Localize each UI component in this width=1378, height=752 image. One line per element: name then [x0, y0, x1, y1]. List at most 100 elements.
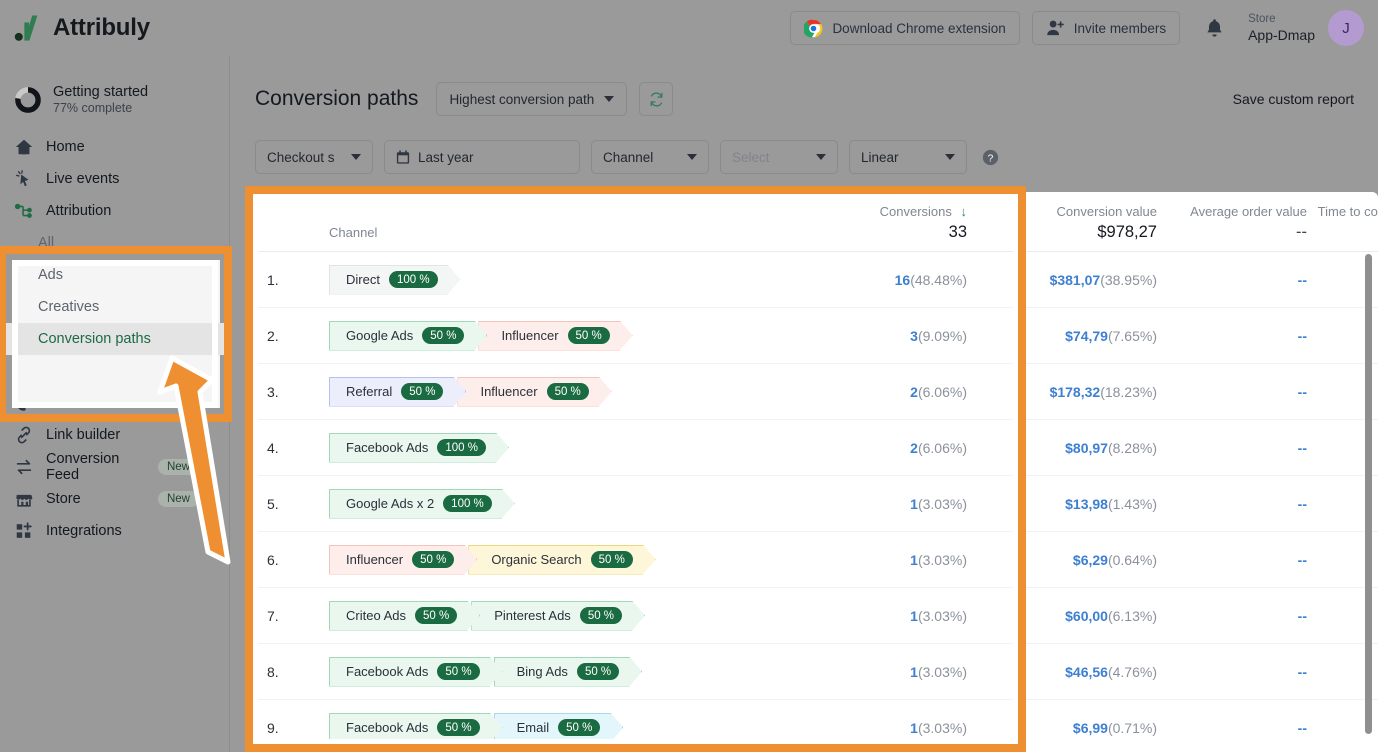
- row-rank: 5.: [249, 496, 327, 512]
- path-step-chip[interactable]: Direct100 %: [329, 265, 461, 295]
- path-step-label: Google Ads: [346, 328, 413, 343]
- row-conversions: 1: [910, 664, 918, 680]
- sidebar-item-label-creatives: Creatives: [38, 299, 99, 315]
- sidebar-item-label-ads: Ads: [38, 267, 63, 283]
- row-rank: 7.: [249, 608, 327, 624]
- row-average-order-value: --: [1157, 720, 1307, 736]
- page-header: Conversion paths Highest conversion path…: [231, 56, 1378, 116]
- sidebar-item-link-builder[interactable]: Link builder: [0, 419, 229, 451]
- attribuly-logo-icon: [14, 15, 44, 41]
- filter-checkout[interactable]: Checkout s: [255, 140, 373, 174]
- sidebar-item-label-link-builder: Link builder: [46, 427, 120, 443]
- path-step-weight: 50 %: [580, 607, 622, 624]
- sidebar: Getting started 77% complete Home Live e…: [0, 56, 230, 752]
- path-step-chip[interactable]: Facebook Ads100 %: [329, 433, 509, 463]
- table-row[interactable]: 6.Influencer50 %Organic Search50 %1(3.03…: [249, 532, 1378, 588]
- row-conversions: 1: [910, 496, 918, 512]
- add-user-icon: [1046, 19, 1065, 37]
- path-step-chip[interactable]: Pinterest Ads50 %: [471, 601, 645, 631]
- row-average-order-value: --: [1157, 664, 1307, 680]
- path-step-chip[interactable]: Google Ads50 %: [329, 321, 487, 351]
- path-step-chip[interactable]: Influencer50 %: [457, 377, 611, 407]
- sidebar-item-integrations[interactable]: Integrations: [0, 515, 229, 547]
- row-average-order-value: --: [1157, 440, 1307, 456]
- page-title: Conversion paths: [255, 87, 418, 111]
- attribution-node-icon: [14, 201, 34, 221]
- sidebar-item-store[interactable]: Store New: [0, 483, 229, 515]
- refresh-button[interactable]: [639, 82, 673, 116]
- sidebar-item-conversion-paths[interactable]: Conversion paths: [0, 323, 229, 355]
- row-rank: 2.: [249, 328, 327, 344]
- path-step-chip[interactable]: Bing Ads50 %: [494, 657, 643, 687]
- download-chrome-extension-button[interactable]: Download Chrome extension: [790, 11, 1019, 45]
- filter-dimension[interactable]: Channel: [591, 140, 709, 174]
- path-step-chip[interactable]: Influencer50 %: [478, 321, 632, 351]
- table-row[interactable]: 1.Direct100 %16(48.48%)$381,07(38.95%)--…: [249, 252, 1378, 308]
- row-rank: 3.: [249, 384, 327, 400]
- sidebar-item-ads[interactable]: Ads: [0, 259, 229, 291]
- table-row[interactable]: 2.Google Ads50 %Influencer50 %3(9.09%)$7…: [249, 308, 1378, 364]
- filter-date-range[interactable]: Last year: [384, 140, 580, 174]
- row-conversion-value: $46,56: [1065, 664, 1108, 680]
- question-circle-icon[interactable]: ?: [982, 149, 999, 166]
- row-average-order-value: --: [1157, 552, 1307, 568]
- path-step-chip[interactable]: Organic Search50 %: [468, 545, 656, 575]
- download-chrome-extension-label: Download Chrome extension: [832, 21, 1005, 36]
- app-logo[interactable]: Attribuly: [14, 14, 150, 42]
- sidebar-item-creatives[interactable]: Creatives: [0, 291, 229, 323]
- col-conversions-header[interactable]: Conversions ↓ 33: [777, 204, 967, 242]
- row-conversions-pct: (48.48%): [910, 272, 967, 288]
- save-custom-report-button[interactable]: Save custom report: [1233, 91, 1354, 107]
- path-step-chip[interactable]: Facebook Ads50 %: [329, 657, 503, 687]
- table-row[interactable]: 9.Facebook Ads50 %Email50 %1(3.03%)$6,99…: [249, 700, 1378, 752]
- path-step-weight: 50 %: [591, 551, 633, 568]
- avatar[interactable]: J: [1328, 10, 1364, 46]
- path-step-chip[interactable]: Criteo Ads50 %: [329, 601, 480, 631]
- filter-select[interactable]: Select: [720, 140, 838, 174]
- sidebar-nav: Home Live events Attr: [0, 131, 229, 547]
- row-conversion-value-pct: (7.65%): [1108, 328, 1157, 344]
- sidebar-item-conversion-feed[interactable]: Conversion Feed New: [0, 451, 229, 483]
- path-step-label: Direct: [346, 272, 380, 287]
- col-time-header[interactable]: Time to conversion 6h: [1307, 204, 1378, 242]
- table-row[interactable]: 8.Facebook Ads50 %Bing Ads50 %1(3.03%)$4…: [249, 644, 1378, 700]
- path-step-chip[interactable]: Email50 %: [494, 713, 624, 743]
- col-conversion-value-header[interactable]: Conversion value $978,27: [967, 204, 1157, 242]
- path-step-chip[interactable]: Facebook Ads50 %: [329, 713, 503, 743]
- filter-date-range-label: Last year: [418, 150, 474, 165]
- sidebar-item-home[interactable]: Home: [0, 131, 229, 163]
- store-icon: [14, 489, 34, 509]
- sidebar-item-attribution[interactable]: Attribution: [0, 195, 229, 227]
- row-conversion-value-pct: (1.43%): [1108, 496, 1157, 512]
- path-step-weight: 50 %: [401, 383, 443, 400]
- path-step-chip[interactable]: Google Ads x 2100 %: [329, 489, 515, 519]
- table-row[interactable]: 7.Criteo Ads50 %Pinterest Ads50 %1(3.03%…: [249, 588, 1378, 644]
- path-step-chip[interactable]: Referral50 %: [329, 377, 466, 407]
- path-step-chip[interactable]: Influencer50 %: [329, 545, 477, 575]
- sidebar-item-all[interactable]: All: [0, 227, 229, 259]
- col-aov-header[interactable]: Average order value --: [1157, 204, 1307, 242]
- table-row[interactable]: 4.Facebook Ads100 %2(6.06%)$80,97(8.28%)…: [249, 420, 1378, 476]
- invite-members-button[interactable]: Invite members: [1032, 11, 1180, 45]
- table-vertical-scrollbar[interactable]: [1365, 254, 1372, 734]
- table-row[interactable]: 5.Google Ads x 2100 % 1(3.03%)$13,98(1.43…: [249, 476, 1378, 532]
- app-root: Attribuly Download Chrome extension: [0, 0, 1378, 752]
- row-conversion-value-cell: $381,07(38.95%): [967, 272, 1157, 288]
- row-channel-path: Facebook Ads50 %Bing Ads50 %: [327, 657, 777, 687]
- row-conversions: 1: [910, 720, 918, 736]
- getting-started-widget[interactable]: Getting started 77% complete: [0, 56, 229, 115]
- row-average-order-value: --: [1157, 384, 1307, 400]
- store-switcher[interactable]: Store App-Dmap: [1248, 13, 1315, 42]
- sidebar-item-live-events[interactable]: Live events: [0, 163, 229, 195]
- notifications-button[interactable]: [1196, 10, 1232, 46]
- path-step-label: Facebook Ads: [346, 664, 428, 679]
- row-rank: 6.: [249, 552, 327, 568]
- row-average-order-value: --: [1157, 272, 1307, 288]
- path-type-selector[interactable]: Highest conversion path: [436, 82, 627, 116]
- avatar-initial: J: [1342, 20, 1350, 37]
- filter-attribution-model[interactable]: Linear: [849, 140, 967, 174]
- row-conversions-cell: 1(3.03%): [777, 496, 967, 512]
- col-conversion-value-label: Conversion value: [967, 204, 1157, 219]
- table-row[interactable]: 3.Referral50 %Influencer50 %2(6.06%)$178…: [249, 364, 1378, 420]
- row-conversion-value-cell: $13,98(1.43%): [967, 496, 1157, 512]
